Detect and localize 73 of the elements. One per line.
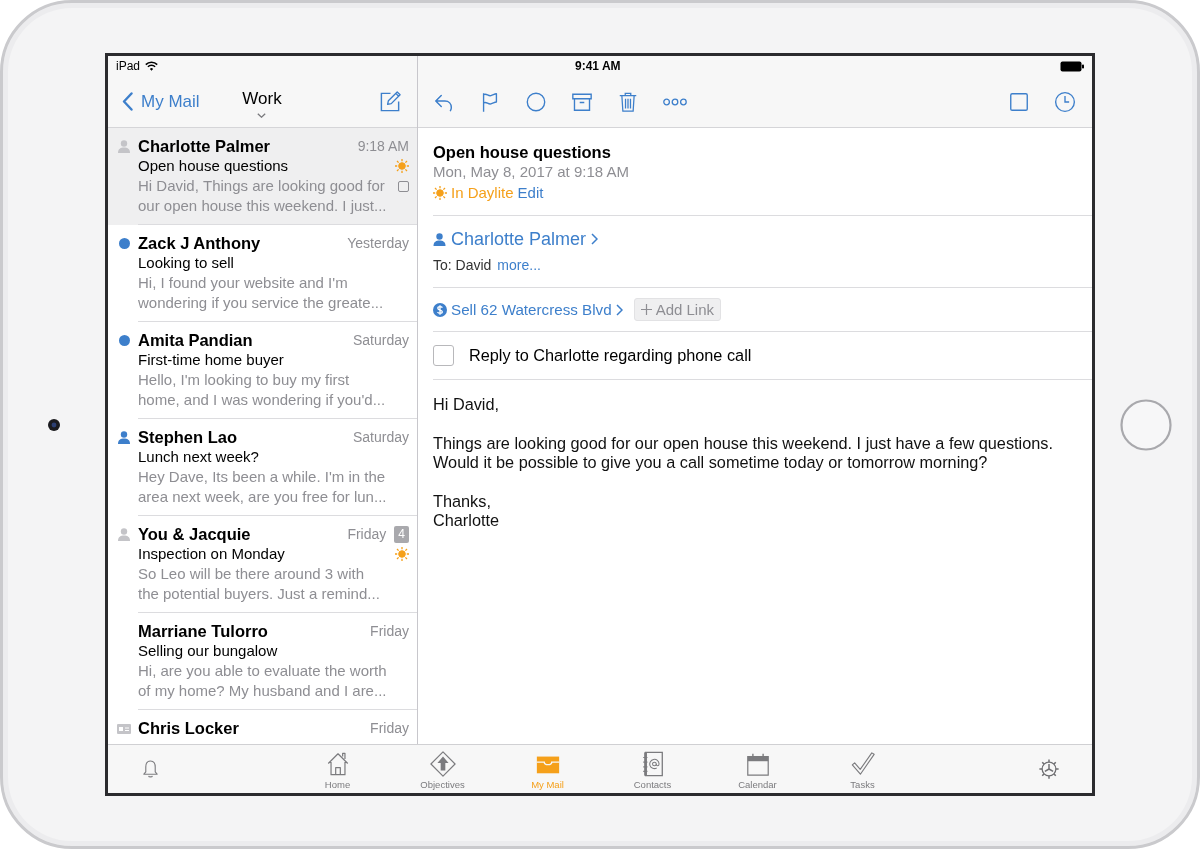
person-icon xyxy=(433,232,446,246)
sender-name: Chris Locker xyxy=(138,718,239,738)
email-body-paragraph: Thanks, Charlotte xyxy=(433,491,501,531)
message-preview: Hello, I'm looking to buy my first home, and I was wondering if you'd... xyxy=(138,370,387,410)
recipients: To: David xyxy=(433,256,492,275)
sender-name: Stephen Lao xyxy=(138,427,237,447)
email-body-paragraph: Things are looking good for our open house this weekend. I just have a few questions. Would it be possible to give you a call sometime today or tomorrow morning? xyxy=(433,433,1054,473)
message-subject: Open house questions xyxy=(433,142,612,162)
message-subject: Open house questions xyxy=(138,156,289,176)
message-time: Friday xyxy=(370,622,409,641)
more-icon[interactable] xyxy=(663,97,687,106)
tab-item[interactable]: Tasks xyxy=(810,748,915,790)
message-preview: Hi, are you able to evaluate the worth of my home? My husband and I are... xyxy=(138,661,388,701)
message-subject: Selling our bungalow xyxy=(138,641,278,661)
bell-icon[interactable] xyxy=(142,759,159,779)
tab-item[interactable]: Objectives xyxy=(390,748,495,790)
email-body-paragraph: Hi David, xyxy=(433,395,501,415)
chevron-right-icon xyxy=(615,303,623,316)
sender-name: You & Jacquie xyxy=(138,524,251,544)
deal-link[interactable]: Sell 62 Watercress Blvd xyxy=(433,301,623,318)
message-preview: Hi David, Things are looking good for our open house this weekend. I just... xyxy=(138,176,388,216)
message-subject: Inspection on Monday xyxy=(138,544,285,564)
clock-icon[interactable] xyxy=(1054,90,1076,113)
mailbox-selector[interactable]: Work xyxy=(242,85,282,118)
message-time: 9:18 AM xyxy=(357,137,409,156)
task-checkbox[interactable] xyxy=(433,345,454,366)
status-time: 9:41 AM xyxy=(575,59,621,73)
sender-name: Zack J Anthony xyxy=(138,233,261,253)
wifi-icon xyxy=(145,61,159,71)
battery-icon xyxy=(1060,60,1084,72)
sender-link[interactable]: Charlotte Palmer xyxy=(433,228,599,250)
camera-icon xyxy=(48,418,60,431)
plus-icon xyxy=(640,304,652,315)
sun-icon xyxy=(433,185,447,200)
message-time: Friday xyxy=(347,525,387,544)
message-time: Yesterday xyxy=(347,234,409,253)
sender-name: Charlotte Palmer xyxy=(138,136,271,156)
message-subject: Looking to sell xyxy=(138,253,234,273)
trash-icon[interactable] xyxy=(617,90,639,113)
message-time: Saturday xyxy=(352,428,409,447)
square-icon[interactable] xyxy=(1008,90,1030,113)
tab-item[interactable]: Contacts xyxy=(600,748,705,790)
message-time: Saturday xyxy=(352,331,409,350)
message-preview: So Leo will be there around 3 with the potential buyers. Just a remind... xyxy=(138,564,381,604)
chevron-down-icon xyxy=(257,113,267,118)
message-preview: Hi, I found your website and I'm wondering if you service the greate... xyxy=(138,273,385,313)
message-subject: Lunch next week? xyxy=(138,447,259,467)
daylite-status: In Daylite xyxy=(451,183,514,203)
task-label: Reply to Charlotte regarding phone call xyxy=(469,346,752,365)
chevron-right-icon xyxy=(591,233,599,245)
message-time: Friday xyxy=(370,719,409,738)
tab-item[interactable]: Home xyxy=(285,748,390,790)
home-button-icon xyxy=(1120,398,1172,451)
diamond-arrow-icon xyxy=(429,750,456,777)
edit-link[interactable]: Edit xyxy=(517,182,544,203)
circle-icon[interactable] xyxy=(525,90,547,113)
thread-count: 4 xyxy=(394,525,409,543)
message-date: Mon, May 8, 2017 at 9:18 AM xyxy=(433,162,630,182)
sender-name: Marriane Tulorro xyxy=(138,621,268,641)
device-name: iPad xyxy=(116,59,141,73)
settings-icon[interactable] xyxy=(1038,758,1060,780)
back-button[interactable]: My Mail xyxy=(122,91,200,112)
chevron-left-icon xyxy=(122,92,133,111)
dollar-icon xyxy=(433,302,447,317)
message-row[interactable]: Charlotte Palmer 9:18 AM Open house questions Hi David, Things are looking good for our open house this weekend. I just... xyxy=(108,128,417,225)
checkmark-icon xyxy=(849,750,876,777)
add-link-button[interactable]: Add Link xyxy=(633,298,722,321)
message-preview: Hey Dave, Its been a while. I'm in the area next week, are you free for lun... xyxy=(138,467,388,507)
message-subject: First-time home buyer xyxy=(138,350,284,370)
sender-name: Amita Pandian xyxy=(138,330,253,350)
more-link[interactable]: more... xyxy=(497,255,541,275)
compose-icon[interactable] xyxy=(379,90,402,113)
tab-item[interactable]: Calendar xyxy=(705,748,810,790)
